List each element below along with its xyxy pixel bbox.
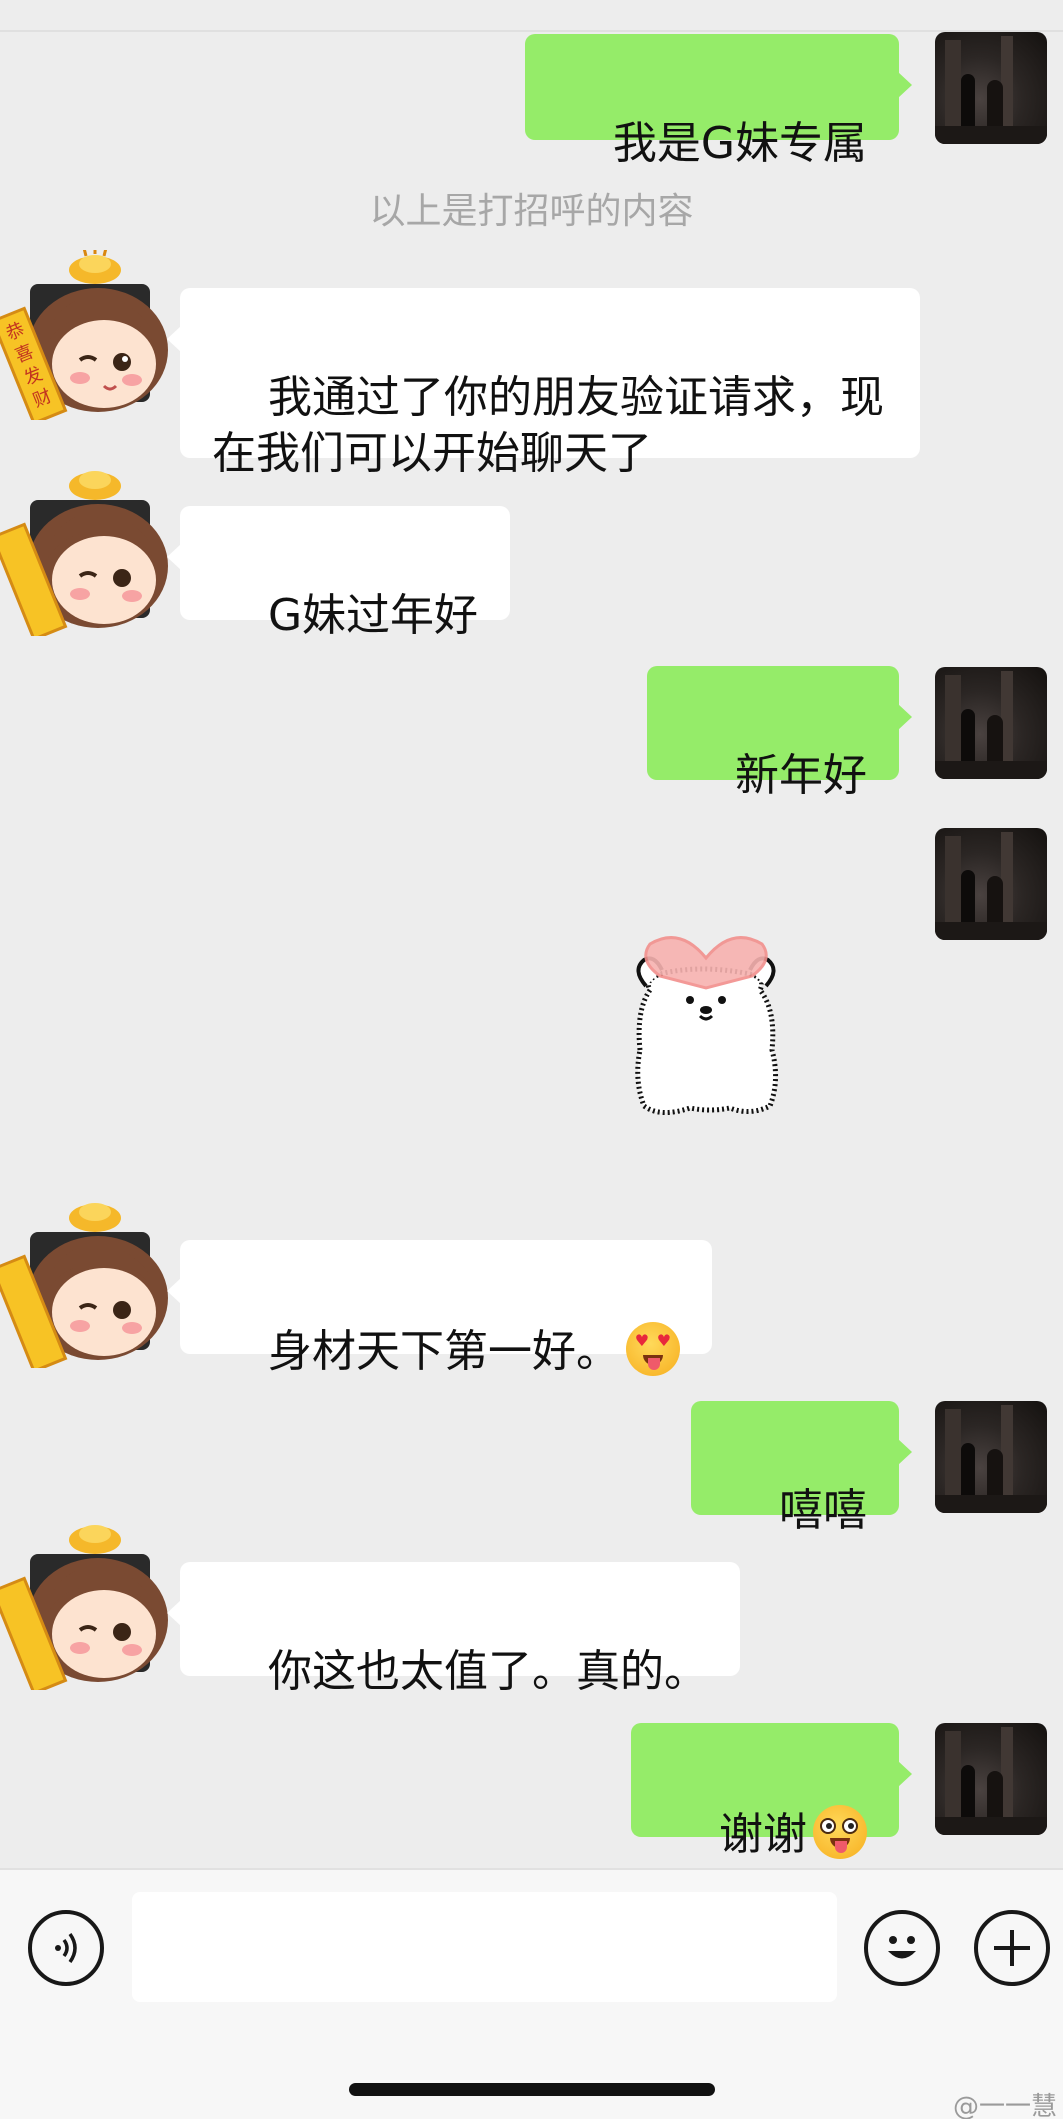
home-indicator[interactable] xyxy=(349,2083,715,2096)
message-bubble-friend[interactable]: 我通过了你的朋友验证请求，现 在我们可以开始聊天了 xyxy=(167,288,920,479)
top-divider xyxy=(0,30,1063,32)
voice-icon xyxy=(55,1932,77,1964)
plus-icon xyxy=(994,1930,1030,1966)
message-text: 身材天下第一好。 xyxy=(267,1326,620,1377)
message-bubble-me[interactable]: 嘻嘻 xyxy=(691,1401,912,1536)
friend-avatar[interactable]: 恭 喜 发 财 xyxy=(0,244,180,426)
tongue-out-emoji xyxy=(813,1805,867,1859)
message-text: 谢谢 xyxy=(719,1809,807,1860)
message-bubble-friend[interactable]: G妹过年好 xyxy=(166,506,511,641)
my-avatar[interactable] xyxy=(935,32,1047,144)
bear-holding-heart-sticker[interactable] xyxy=(630,930,800,1130)
chat-area[interactable]: 我是G妹专属 以上是打招呼的内容 恭 喜 发 财 我通过了你的朋友验证请求，现 … xyxy=(0,0,1063,1868)
friend-avatar[interactable] xyxy=(0,466,180,642)
emoji-button[interactable] xyxy=(864,1910,940,1986)
message-bubble-me[interactable]: 我是G妹专属 xyxy=(524,34,913,169)
message-text: 新年好 xyxy=(735,750,867,801)
message-text: 嘻嘻 xyxy=(779,1485,867,1536)
friend-avatar[interactable] xyxy=(0,1520,180,1696)
my-avatar[interactable] xyxy=(935,667,1047,779)
my-avatar[interactable] xyxy=(935,1723,1047,1835)
message-text: 我是G妹专属 xyxy=(612,118,867,169)
message-bubble-me[interactable]: 谢谢 xyxy=(631,1723,912,1860)
my-avatar[interactable] xyxy=(935,1401,1047,1513)
message-text: 我通过了你的朋友验证请求，现 在我们可以开始聊天了 xyxy=(212,372,884,479)
message-input[interactable] xyxy=(132,1892,837,2002)
system-note: 以上是打招呼的内容 xyxy=(369,191,694,232)
watermark: @一一慧 xyxy=(952,2092,1057,2119)
message-bubble-friend[interactable]: 身材天下第一好。 ♥ ♥ xyxy=(167,1240,712,1377)
message-bubble-friend[interactable]: 你这也太值了。真的。 xyxy=(167,1562,740,1697)
message-bubble-me[interactable]: 新年好 xyxy=(647,666,912,801)
my-avatar[interactable] xyxy=(935,828,1047,940)
heart-eyes-emoji: ♥ ♥ xyxy=(625,1322,680,1376)
smiley-icon xyxy=(888,1936,916,1959)
more-button[interactable] xyxy=(974,1910,1050,1986)
message-text: G妹过年好 xyxy=(267,590,479,641)
message-text: 你这也太值了。真的。 xyxy=(267,1646,708,1697)
friend-avatar[interactable] xyxy=(0,1198,180,1374)
voice-button[interactable] xyxy=(28,1910,104,1986)
